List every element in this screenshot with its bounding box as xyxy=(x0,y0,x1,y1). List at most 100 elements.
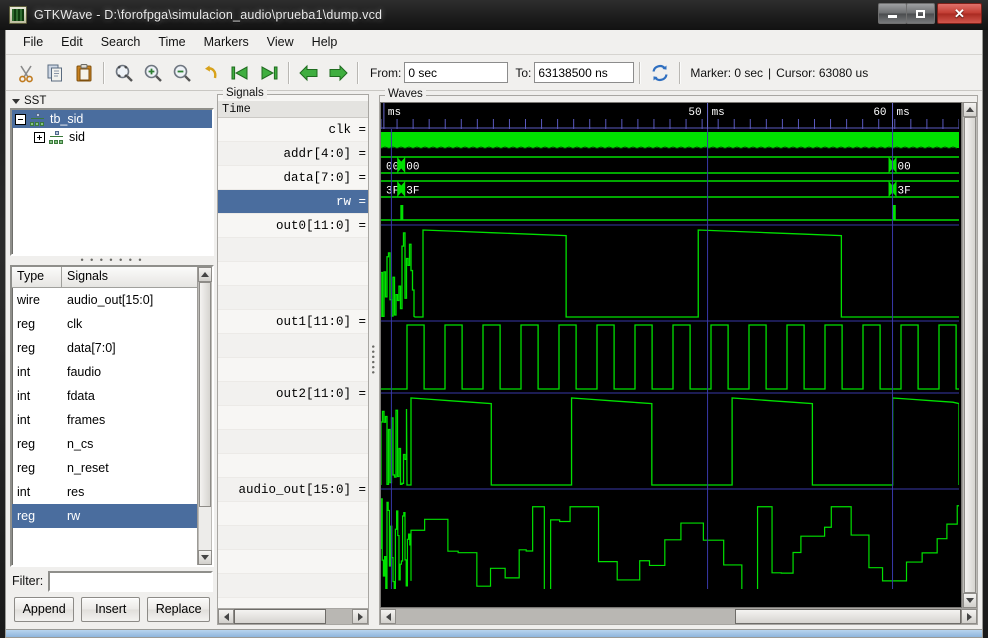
wave-name-data[interactable]: data[7:0] = xyxy=(218,166,368,190)
wave-name-clk[interactable]: clk = xyxy=(218,118,368,142)
column-header-signals[interactable]: Signals xyxy=(62,267,197,287)
menu-search[interactable]: Search xyxy=(92,32,150,52)
pane-splitter[interactable]: •••••• xyxy=(369,91,377,629)
wave-name-addr[interactable]: addr[4:0] = xyxy=(218,142,368,166)
reload-button[interactable] xyxy=(646,59,674,87)
scroll-thumb[interactable] xyxy=(964,117,976,593)
wave-name-blank[interactable] xyxy=(218,502,368,526)
tree-node-sid[interactable]: sid xyxy=(12,128,212,146)
menu-view[interactable]: View xyxy=(258,32,303,52)
menu-markers[interactable]: Markers xyxy=(195,32,258,52)
tree-node-tb_sid[interactable]: tb_sid xyxy=(12,110,212,128)
wave-name-blank[interactable] xyxy=(218,406,368,430)
filter-input[interactable] xyxy=(48,571,213,592)
zoom-fit-button[interactable] xyxy=(110,59,138,87)
scroll-track[interactable] xyxy=(198,282,212,550)
hierarchy-icon xyxy=(30,113,46,126)
from-input[interactable] xyxy=(404,62,508,83)
menu-file[interactable]: File xyxy=(14,32,52,52)
signals-hscrollbar[interactable] xyxy=(218,608,368,624)
scroll-track[interactable] xyxy=(963,117,977,593)
list-item[interactable]: intres xyxy=(12,480,197,504)
arrow-down-icon xyxy=(966,598,974,603)
signal-name: faudio xyxy=(62,365,197,379)
list-item[interactable]: regclk xyxy=(12,312,197,336)
scroll-up-button[interactable] xyxy=(963,102,977,117)
wave-name-blank[interactable] xyxy=(218,262,368,286)
maximize-button[interactable] xyxy=(906,3,935,24)
wave-name-out1[interactable]: out1[11:0] = xyxy=(218,310,368,334)
menu-help[interactable]: Help xyxy=(303,32,347,52)
cut-button[interactable] xyxy=(12,59,40,87)
window-controls: ✕ xyxy=(879,3,982,24)
scroll-thumb[interactable] xyxy=(199,282,211,507)
list-item[interactable]: intfdata xyxy=(12,384,197,408)
list-item[interactable]: regn_reset xyxy=(12,456,197,480)
forward-button[interactable] xyxy=(324,59,352,87)
wave-name-out2[interactable]: out2[11:0] = xyxy=(218,382,368,406)
wave-name-blank[interactable] xyxy=(218,238,368,262)
signal-list-vscrollbar[interactable] xyxy=(197,267,212,565)
scroll-up-button[interactable] xyxy=(198,267,212,282)
list-item-selected[interactable]: regrw xyxy=(12,504,197,528)
svg-text:00: 00 xyxy=(406,162,419,174)
scroll-thumb[interactable] xyxy=(735,609,961,624)
waves-vscrollbar[interactable] xyxy=(962,102,977,608)
menu-edit[interactable]: Edit xyxy=(52,32,92,52)
wave-name-blank[interactable] xyxy=(218,526,368,550)
expander-plus-icon[interactable] xyxy=(34,132,45,143)
to-input[interactable] xyxy=(534,62,634,83)
wave-name-rw[interactable]: rw = xyxy=(218,190,368,214)
back-button[interactable] xyxy=(295,59,323,87)
signal-list-body: wireaudio_out[15:0] regclk regdata[7:0] … xyxy=(12,288,197,565)
replace-button[interactable]: Replace xyxy=(147,597,210,622)
append-button[interactable]: Append xyxy=(14,597,74,622)
wave-name-blank[interactable] xyxy=(218,358,368,382)
wave-name-blank[interactable] xyxy=(218,550,368,574)
zoom-in-button[interactable] xyxy=(139,59,167,87)
column-header-type[interactable]: Type xyxy=(12,267,62,287)
list-item[interactable]: regn_cs xyxy=(12,432,197,456)
scroll-thumb[interactable] xyxy=(234,609,326,624)
signal-list[interactable]: Type Signals wireaudio_out[15:0] regclk … xyxy=(10,265,214,567)
signal-names-list[interactable]: Time clk = addr[4:0] = data[7:0] = rw = … xyxy=(218,95,368,608)
list-item[interactable]: intfaudio xyxy=(12,360,197,384)
list-item[interactable]: intframes xyxy=(12,408,197,432)
list-item[interactable]: wireaudio_out[15:0] xyxy=(12,288,197,312)
wave-name-blank[interactable] xyxy=(218,286,368,310)
signal-type: reg xyxy=(12,437,62,451)
wave-name-blank[interactable] xyxy=(218,454,368,478)
expander-minus-icon[interactable] xyxy=(15,114,26,125)
wave-name-blank[interactable] xyxy=(218,430,368,454)
sst-tree[interactable]: tb_sid sid xyxy=(10,108,214,256)
paste-button[interactable] xyxy=(70,59,98,87)
list-item[interactable]: regdata[7:0] xyxy=(12,336,197,360)
scroll-down-button[interactable] xyxy=(963,593,977,608)
scroll-left-button[interactable] xyxy=(218,609,234,624)
go-to-end-button[interactable] xyxy=(255,59,283,87)
horizontal-splitter[interactable]: • • • • • • • xyxy=(10,256,214,265)
wave-name-blank[interactable] xyxy=(218,574,368,598)
insert-button[interactable]: Insert xyxy=(81,597,140,622)
wave-name-out0[interactable]: out0[11:0] = xyxy=(218,214,368,238)
waves-hscrollbar[interactable] xyxy=(380,608,977,624)
scroll-down-button[interactable] xyxy=(198,550,212,565)
signal-name: clk xyxy=(62,317,197,331)
wave-name-blank[interactable] xyxy=(218,334,368,358)
signal-name: fdata xyxy=(62,389,197,403)
menu-time[interactable]: Time xyxy=(149,32,194,52)
scroll-track[interactable] xyxy=(234,609,352,624)
scroll-left-button[interactable] xyxy=(380,609,396,624)
scroll-right-button[interactable] xyxy=(352,609,368,624)
zoom-out-button[interactable] xyxy=(168,59,196,87)
sst-header[interactable]: SST xyxy=(10,95,214,108)
zoom-undo-button[interactable] xyxy=(197,59,225,87)
copy-button[interactable] xyxy=(41,59,69,87)
minimize-button[interactable] xyxy=(878,3,907,24)
close-button[interactable]: ✕ xyxy=(937,3,982,24)
wave-name-audio-out[interactable]: audio_out[15:0] = xyxy=(218,478,368,502)
scroll-right-button[interactable] xyxy=(961,609,977,624)
scroll-track[interactable] xyxy=(396,609,961,624)
go-to-start-button[interactable] xyxy=(226,59,254,87)
wave-canvas[interactable]: 40ms50ms60ms0000003F3F3F xyxy=(380,102,962,608)
